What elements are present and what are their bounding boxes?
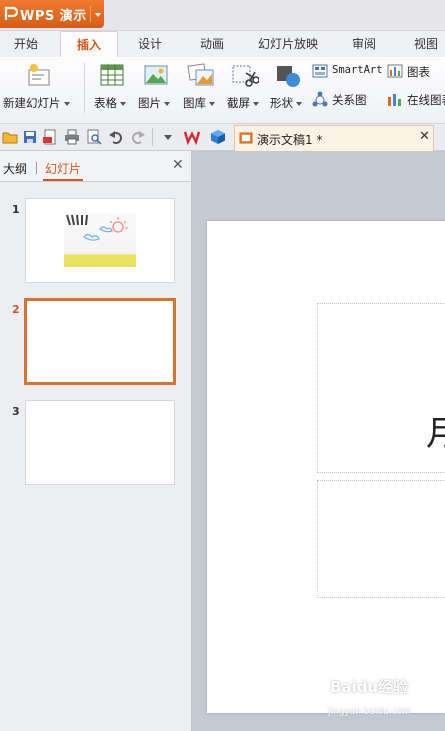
gallery-label: 图库 xyxy=(183,96,206,110)
slide-number: 1 xyxy=(12,203,20,216)
slide-number: 3 xyxy=(12,405,20,418)
customize-dropdown-icon[interactable] xyxy=(160,129,176,145)
wps-w-logo-icon[interactable] xyxy=(184,129,200,145)
menu-tabs: 开始 插入 设计 动画 幻灯片放映 审阅 视图 xyxy=(0,31,445,59)
wps-app-menu-button[interactable]: WPS 演示 xyxy=(0,0,104,28)
redo-icon[interactable] xyxy=(130,129,146,145)
gallery-dropdown-icon[interactable] xyxy=(209,101,215,106)
app-menu-dropdown-icon[interactable] xyxy=(90,6,105,22)
new-slide-dropdown-icon[interactable] xyxy=(63,101,70,106)
tab-review[interactable]: 审阅 xyxy=(346,31,382,57)
slide-thumbnail-1[interactable] xyxy=(25,198,175,283)
undo-icon[interactable] xyxy=(108,129,124,145)
tab-insert[interactable]: 插入 xyxy=(60,31,118,59)
slide-thumbnail-3[interactable] xyxy=(25,400,175,485)
qbar-divider xyxy=(152,128,153,146)
shape-button[interactable]: 形状 xyxy=(268,57,308,117)
close-document-icon[interactable]: ✕ xyxy=(419,129,430,144)
gallery-button[interactable]: 图库 xyxy=(181,57,221,117)
picture-icon xyxy=(144,65,168,85)
chart-icon xyxy=(387,64,403,78)
table-icon xyxy=(100,64,124,86)
subtitle-placeholder[interactable] xyxy=(317,480,445,598)
watermark-url: jingyan.baidu.com xyxy=(328,707,412,717)
screenshot-button[interactable]: 截屏 xyxy=(225,57,265,117)
ribbon-toolbar: 新建幻灯片 表格 图片 图库 截屏 形状 SmartArt 关系图 图表 在线图 xyxy=(0,57,445,124)
smartart-button[interactable]: SmartArt xyxy=(312,63,384,83)
presentation-file-icon xyxy=(239,132,253,144)
online-chart-label: 在线图表 xyxy=(407,93,445,107)
save-icon[interactable] xyxy=(22,129,38,145)
gallery-icon xyxy=(187,63,214,86)
relation-diagram-icon xyxy=(312,91,328,107)
pane-tabs: 大纲 幻灯片 ✕ xyxy=(0,151,191,182)
shape-dropdown-icon[interactable] xyxy=(296,101,302,106)
open-folder-icon[interactable] xyxy=(2,129,18,145)
slides-pane: 大纲 幻灯片 ✕ 1 2 3 xyxy=(0,151,192,731)
picture-button[interactable]: 图片 xyxy=(136,57,176,117)
tab-view[interactable]: 视图 xyxy=(408,31,444,57)
relation-diagram-button[interactable]: 关系图 xyxy=(312,91,384,111)
active-tab-underline xyxy=(43,179,83,181)
tab-slides[interactable]: 幻灯片 xyxy=(45,160,81,177)
relation-diagram-label: 关系图 xyxy=(332,93,367,107)
new-slide-label: 新建幻灯片 xyxy=(3,96,61,110)
slide-1-picture xyxy=(64,213,136,267)
tab-slideshow[interactable]: 幻灯片放映 xyxy=(253,31,323,57)
document-title: 演示文稿1 * xyxy=(257,133,323,147)
print-preview-icon[interactable] xyxy=(86,129,102,145)
online-chart-button[interactable]: 在线图表 xyxy=(387,91,445,111)
tab-animation[interactable]: 动画 xyxy=(192,31,232,57)
wps-logo-icon xyxy=(4,6,18,20)
picture-dropdown-icon[interactable] xyxy=(164,101,170,106)
tab-design[interactable]: 设计 xyxy=(130,31,170,57)
app-title: WPS 演示 xyxy=(20,9,87,24)
table-label: 表格 xyxy=(94,96,117,110)
table-button[interactable]: 表格 xyxy=(92,57,132,117)
smartart-icon xyxy=(312,64,328,78)
current-slide[interactable] xyxy=(207,221,445,713)
tab-start[interactable]: 开始 xyxy=(6,31,46,57)
print-icon[interactable] xyxy=(64,129,80,145)
cloud-cube-icon[interactable] xyxy=(210,129,226,145)
slide-text-fragment: 月 xyxy=(426,414,445,454)
screenshot-label: 截屏 xyxy=(227,96,250,110)
watermark-logo: Baidu经验 xyxy=(330,678,409,696)
shape-label: 形状 xyxy=(270,96,293,110)
document-tab[interactable]: 演示文稿1 * ✕ xyxy=(234,125,434,151)
slide-number: 2 xyxy=(12,303,20,316)
close-pane-icon[interactable]: ✕ xyxy=(172,157,184,173)
new-slide-icon xyxy=(28,64,50,86)
picture-label: 图片 xyxy=(138,96,161,110)
scissors-icon xyxy=(232,65,259,87)
new-slide-button[interactable]: 新建幻灯片 xyxy=(2,57,78,117)
smartart-label: SmartArt xyxy=(332,64,383,76)
online-chart-icon xyxy=(388,94,401,106)
pane-tab-divider xyxy=(36,162,37,174)
screenshot-dropdown-icon[interactable] xyxy=(253,101,259,106)
drawing-image xyxy=(66,214,128,241)
table-dropdown-icon[interactable] xyxy=(120,101,126,106)
shapes-icon xyxy=(277,66,300,87)
chart-button[interactable]: 图表 xyxy=(387,63,445,83)
tab-outline[interactable]: 大纲 xyxy=(3,160,27,177)
slide-thumbnail-2[interactable] xyxy=(24,298,176,385)
export-pdf-icon[interactable] xyxy=(42,129,58,145)
chart-label: 图表 xyxy=(407,65,430,79)
ribbon-divider xyxy=(84,63,85,113)
